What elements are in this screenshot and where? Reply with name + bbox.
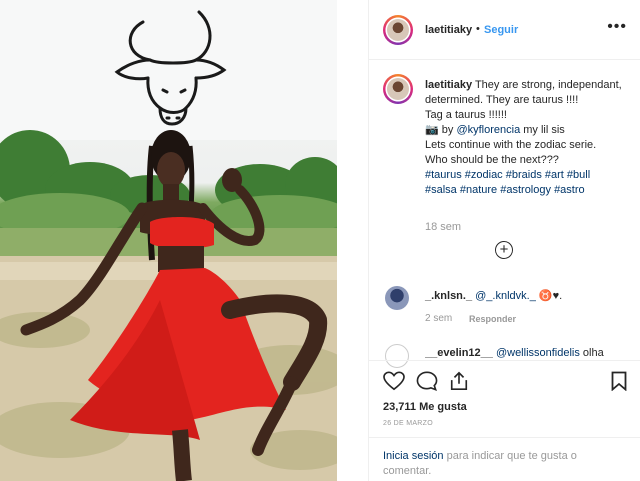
hashtag-link[interactable]: #taurus — [425, 169, 462, 181]
follow-button[interactable]: Seguir — [484, 24, 518, 36]
hashtag-link[interactable]: #nature — [460, 184, 497, 196]
plus-circle-icon[interactable]: + — [495, 241, 513, 259]
share-icon[interactable] — [449, 371, 469, 391]
instagram-post-modal: laetitiaky • Seguir ••• laetitiaky They … — [0, 0, 640, 481]
commenter-username[interactable]: __evelin12__ — [425, 347, 493, 359]
caption-line-4: Lets continue with the zodiac serie. — [425, 139, 597, 151]
login-prompt: Inicia sesión para indicar que te gusta … — [369, 437, 640, 477]
post-date[interactable]: 26 DE MARZO — [383, 420, 433, 427]
post-photo[interactable] — [0, 0, 337, 481]
more-options-icon[interactable]: ••• — [607, 18, 627, 36]
photo-illustration — [0, 0, 337, 481]
login-link[interactable]: Inicia sesión — [383, 450, 444, 462]
caption-timestamp[interactable]: 18 sem — [425, 221, 461, 233]
caption-line-3-prefix: 📷 by — [425, 124, 457, 136]
likes-count[interactable]: 23,711 Me gusta — [383, 401, 467, 413]
comment-body: ♉♥. — [535, 290, 563, 302]
comment-text: __evelin12__ @wellissonfidelis olha — [425, 347, 630, 359]
separator-dot: • — [476, 23, 480, 35]
hashtag-link[interactable]: #art — [545, 169, 564, 181]
caption-author-username[interactable]: laetitiaky — [425, 79, 472, 91]
author-username[interactable]: laetitiaky — [425, 24, 472, 36]
hashtag-link[interactable]: #bull — [567, 169, 590, 181]
commenter-avatar[interactable] — [385, 286, 409, 310]
comment-body: olha — [579, 347, 604, 359]
post-actions: 23,711 Me gusta 26 DE MARZO Inicia sesió… — [369, 360, 640, 481]
caption-line-3-suffix: my lil sis — [520, 124, 565, 136]
heart-icon[interactable] — [383, 371, 405, 391]
hashtag-link[interactable]: #braids — [506, 169, 542, 181]
post-header: laetitiaky • Seguir ••• — [369, 0, 640, 60]
hashtag-link[interactable]: #astrology — [500, 184, 551, 196]
comment-timestamp[interactable]: 2 sem — [425, 313, 452, 324]
author-avatar[interactable] — [383, 15, 413, 45]
comment-icon[interactable] — [416, 371, 438, 391]
commenter-username[interactable]: _.knlsn._ — [425, 290, 472, 302]
bookmark-icon[interactable] — [611, 371, 627, 391]
comment-mention[interactable]: @wellissonfidelis — [496, 347, 580, 359]
comment-text: _.knlsn._ @_.knldvk._ ♉♥. — [425, 289, 630, 302]
hashtag-link[interactable]: #astro — [554, 184, 585, 196]
caption-text: laetitiaky They are strong, independant,… — [425, 78, 630, 198]
mention-link[interactable]: @kyflorencia — [456, 124, 520, 136]
hashtag-link[interactable]: #salsa — [425, 184, 457, 196]
post-details-panel: laetitiaky • Seguir ••• laetitiaky They … — [368, 0, 640, 481]
comment-mention[interactable]: @_.knldvk._ — [475, 290, 536, 302]
caption-author-avatar[interactable] — [383, 74, 413, 104]
login-prompt-text: Inicia sesión para indicar que te gusta … — [383, 449, 593, 479]
hashtag-link[interactable]: #zodiac — [465, 169, 503, 181]
caption-line-5: Who should be the next??? — [425, 154, 559, 166]
reply-button[interactable]: Responder — [469, 314, 516, 324]
caption-line-2: Tag a taurus !!!!!! — [425, 109, 507, 121]
